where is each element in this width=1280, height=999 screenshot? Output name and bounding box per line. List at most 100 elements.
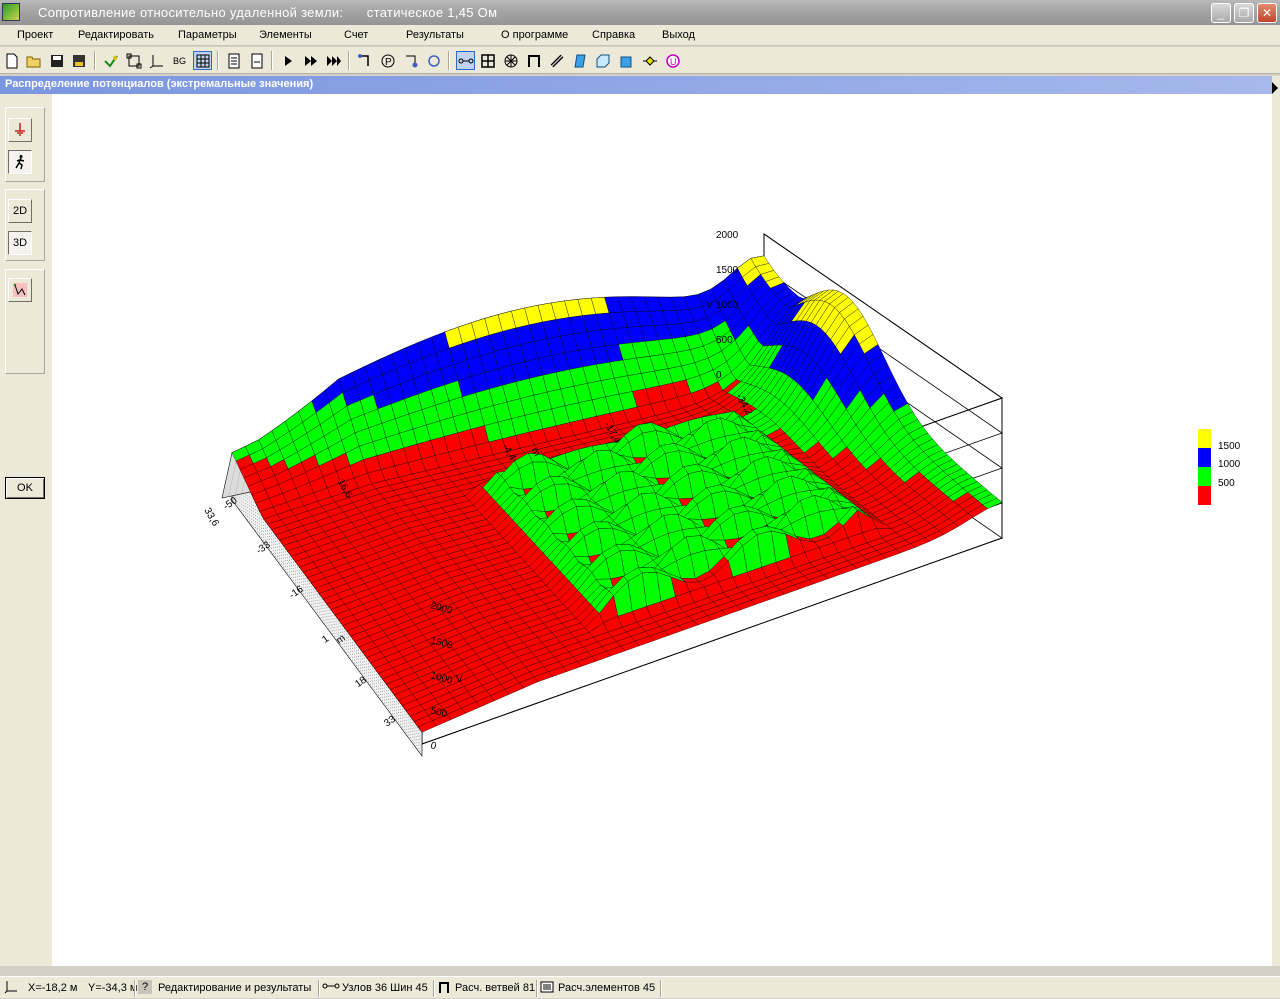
legend-label-1500: 1500: [1218, 441, 1241, 452]
document-edit-icon[interactable]: [247, 51, 266, 70]
close-button[interactable]: ✕: [1257, 3, 1277, 23]
status-branches: Расч. ветвей 81: [455, 982, 536, 994]
menu-params[interactable]: Параметры: [178, 29, 237, 41]
cube-icon[interactable]: [616, 51, 635, 70]
legend-swatch-blue: [1198, 448, 1211, 467]
toolbar-separator: [348, 51, 350, 70]
side-panel: 2D 3D OK: [0, 94, 52, 966]
node-p-icon[interactable]: P: [378, 51, 397, 70]
status-separator: [660, 980, 662, 997]
resistor-icon[interactable]: [640, 51, 659, 70]
contour-icon: [13, 283, 27, 297]
contour-button[interactable]: [8, 278, 32, 302]
status-separator: [433, 980, 435, 997]
ok-button[interactable]: OK: [5, 477, 45, 499]
skip-forward-icon[interactable]: [324, 51, 343, 70]
toolbar-separator: [271, 51, 273, 70]
restore-button[interactable]: ❐: [1234, 3, 1254, 23]
pipe-icon[interactable]: [547, 51, 566, 70]
y-tick-label: 33,6: [201, 506, 220, 529]
minimize-button[interactable]: _: [1211, 3, 1231, 23]
app-icon: [2, 3, 20, 21]
status-y: Y=-34,3 м: [88, 982, 138, 994]
grid-icon[interactable]: [193, 51, 212, 70]
status-nodes: Узлов 36 Шин 45: [342, 982, 428, 994]
gate-small-icon: [437, 980, 451, 997]
z-tick-label-left: 500: [716, 335, 733, 346]
status-separator: [134, 980, 136, 997]
legend-label-500: 500: [1218, 478, 1235, 489]
save-icon[interactable]: [47, 51, 66, 70]
play-icon[interactable]: [278, 51, 297, 70]
save-as-icon[interactable]: [69, 51, 88, 70]
node-select-icon[interactable]: [401, 51, 420, 70]
legend: 1500 1000 500: [1198, 429, 1258, 509]
help-icon[interactable]: ?: [138, 980, 152, 994]
snowflake-icon[interactable]: [501, 51, 520, 70]
fast-forward-icon[interactable]: [301, 51, 320, 70]
legend-label-1000: 1000: [1218, 459, 1241, 470]
coords-icon: [4, 980, 18, 997]
axes-icon[interactable]: [147, 51, 166, 70]
scroll-arrow-icon: [1272, 82, 1278, 94]
node-step-icon[interactable]: [355, 51, 374, 70]
menu-about[interactable]: О программе: [501, 29, 568, 41]
menu-bar: Проект Редактировать Параметры Элементы …: [0, 25, 1280, 46]
new-file-icon[interactable]: [2, 51, 21, 70]
bg-icon[interactable]: BG: [170, 51, 189, 70]
status-separator: [536, 980, 538, 997]
toolbar-separator: [448, 51, 450, 70]
z-tick-label-left: 1000: [716, 300, 739, 311]
branch-small-icon: [322, 980, 340, 997]
surface-plot: 0500100015002000V0500100015002000V-50-33…: [201, 230, 1003, 757]
ground-icon: [15, 123, 25, 136]
z-tick-label-left: 0: [716, 370, 722, 381]
document-icon[interactable]: [224, 51, 243, 70]
z-axis-label-left: V: [706, 300, 713, 311]
list-small-icon: [540, 980, 554, 997]
mesh-icon[interactable]: [478, 51, 497, 70]
status-separator: [318, 980, 320, 997]
z-tick-label-right: 0: [429, 740, 438, 752]
x-tick-label: 1: [320, 633, 331, 645]
z-tick-label-left: 1500: [716, 265, 739, 276]
status-mode: Редактирование и результаты: [158, 982, 312, 994]
minimize-icon: _: [1217, 6, 1225, 20]
menu-results[interactable]: Результаты: [406, 29, 464, 41]
z-axis-label-right: V: [456, 674, 463, 685]
menu-edit[interactable]: Редактировать: [78, 29, 154, 41]
add-node-icon[interactable]: [101, 51, 120, 70]
plane-icon[interactable]: [570, 51, 589, 70]
title-bar: Сопротивление относительно удаленной зем…: [0, 0, 1280, 25]
menu-exit[interactable]: Выход: [662, 29, 695, 41]
window-title: Сопротивление относительно удаленной зем…: [38, 5, 498, 20]
voltmeter-icon[interactable]: U: [663, 51, 682, 70]
toolbar-separator: [94, 51, 96, 70]
potential-button[interactable]: [8, 118, 32, 142]
branch-icon[interactable]: [456, 51, 475, 70]
legend-swatch-red: [1198, 486, 1211, 505]
status-elements: Расч.элементов 45: [558, 982, 656, 994]
legend-swatch-yellow: [1198, 429, 1211, 448]
walking-man-icon: [15, 155, 25, 170]
menu-elements[interactable]: Элементы: [259, 29, 312, 41]
select-frame-icon[interactable]: [124, 51, 143, 70]
close-icon: ✕: [1261, 6, 1273, 20]
bg-label: BG: [172, 55, 186, 66]
open-folder-icon[interactable]: [24, 51, 43, 70]
scroll-right[interactable]: [1272, 76, 1280, 966]
menu-project[interactable]: Проект: [17, 29, 53, 41]
gate-icon[interactable]: [524, 51, 543, 70]
menu-help[interactable]: Справка: [592, 29, 635, 41]
restore-icon: ❐: [1238, 6, 1250, 20]
view-2d-button[interactable]: 2D: [8, 199, 32, 223]
view-3d-button[interactable]: 3D: [8, 231, 32, 255]
legend-swatch-green: [1198, 467, 1211, 486]
box-icon[interactable]: [593, 51, 612, 70]
node-rotate-icon[interactable]: [424, 51, 443, 70]
menu-calc[interactable]: Счет: [344, 29, 368, 41]
toolbar: BG P U: [0, 47, 1280, 74]
svg-text:U: U: [670, 57, 677, 67]
panel-title: Распределение потенциалов (экстремальные…: [0, 76, 1272, 94]
step-voltage-button[interactable]: [8, 150, 32, 174]
